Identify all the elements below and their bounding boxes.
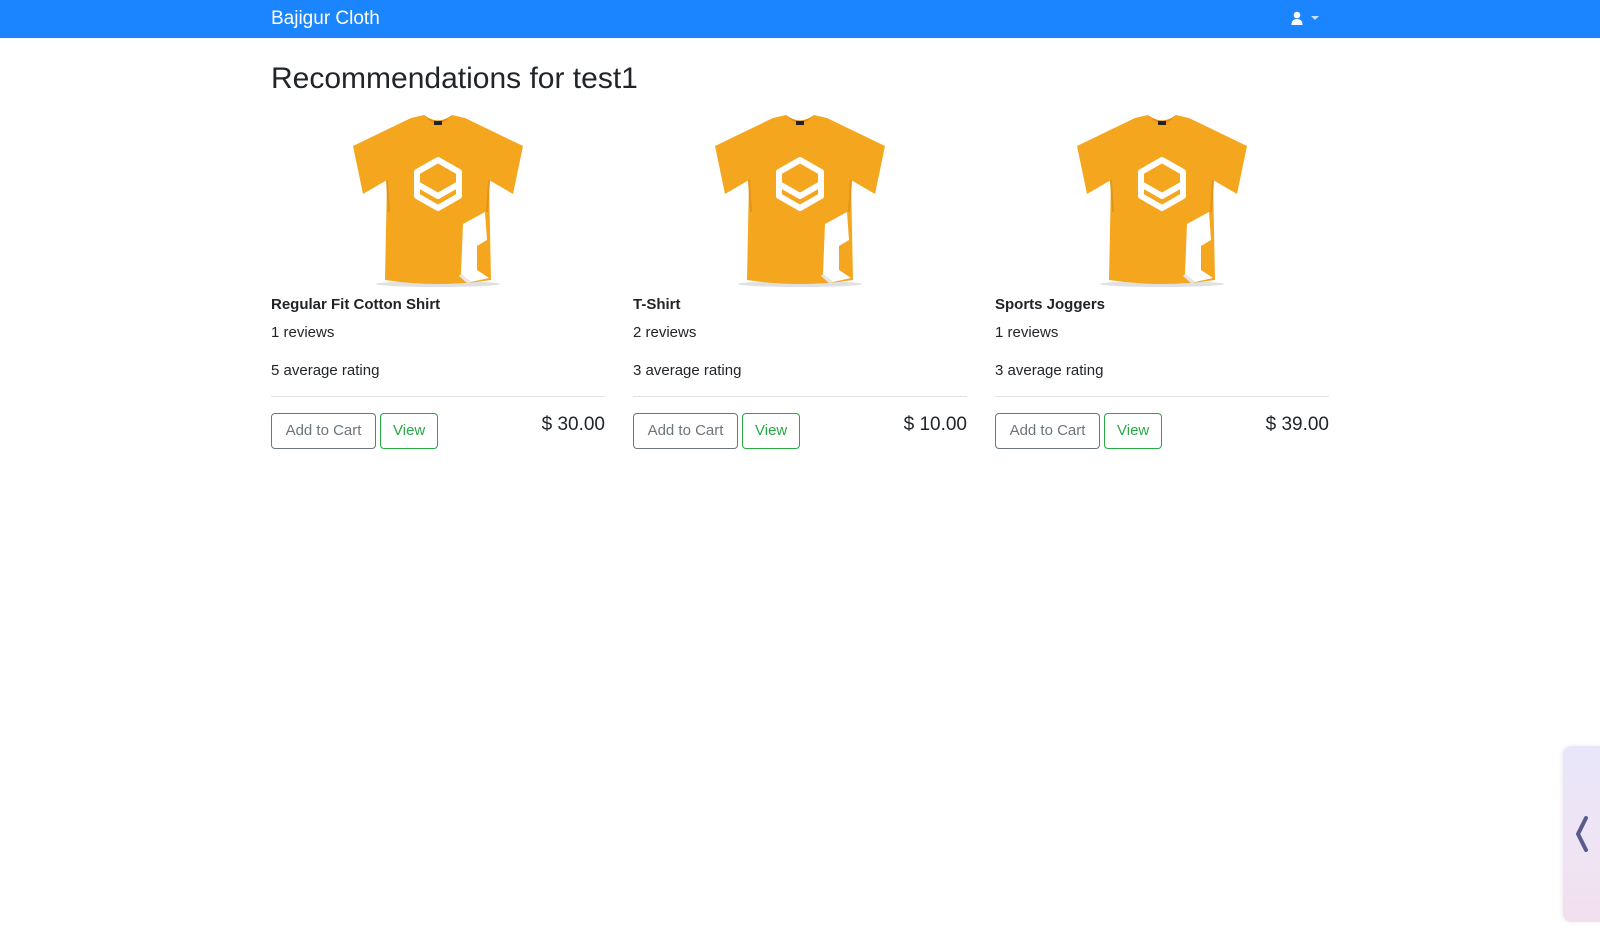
product-price: $ 10.00 xyxy=(903,414,967,435)
brand-link[interactable]: Bajigur Cloth xyxy=(271,8,380,30)
add-to-cart-button[interactable]: Add to Cart xyxy=(995,413,1100,449)
card-divider xyxy=(271,396,605,397)
product-rating: 5 average rating xyxy=(271,362,380,379)
user-menu-toggle[interactable] xyxy=(1290,10,1324,28)
product-price: $ 30.00 xyxy=(541,414,605,435)
card-divider xyxy=(633,396,967,397)
product-reviews: 1 reviews xyxy=(271,324,335,341)
view-button[interactable]: View xyxy=(1104,413,1162,449)
caret-down-icon xyxy=(1311,16,1319,20)
top-navbar: Bajigur Cloth xyxy=(0,0,1600,38)
add-to-cart-button[interactable]: Add to Cart xyxy=(633,413,738,449)
chevron-left-icon xyxy=(1576,816,1588,852)
product-name: Regular Fit Cotton Shirt xyxy=(271,296,441,313)
product-card: Sports Joggers 1 reviews 3 average ratin… xyxy=(995,112,1329,452)
view-button[interactable]: View xyxy=(742,413,800,449)
card-divider xyxy=(995,396,1329,397)
tshirt-image xyxy=(1065,112,1259,288)
product-card: T-Shirt 2 reviews 3 average rating Add t… xyxy=(633,112,967,452)
tshirt-image xyxy=(341,112,535,288)
product-rating: 3 average rating xyxy=(995,362,1104,379)
product-reviews: 1 reviews xyxy=(995,324,1059,341)
add-to-cart-button[interactable]: Add to Cart xyxy=(271,413,376,449)
product-name: T-Shirt xyxy=(633,296,681,313)
product-price: $ 39.00 xyxy=(1265,414,1329,435)
product-card: Regular Fit Cotton Shirt 1 reviews 5 ave… xyxy=(271,112,605,452)
tshirt-image xyxy=(703,112,897,288)
product-reviews: 2 reviews xyxy=(633,324,697,341)
side-panel-tab[interactable] xyxy=(1563,746,1600,922)
page-title: Recommendations for test1 xyxy=(271,62,638,95)
user-icon xyxy=(1291,11,1303,25)
product-rating: 3 average rating xyxy=(633,362,742,379)
view-button[interactable]: View xyxy=(380,413,438,449)
product-name: Sports Joggers xyxy=(995,296,1106,313)
